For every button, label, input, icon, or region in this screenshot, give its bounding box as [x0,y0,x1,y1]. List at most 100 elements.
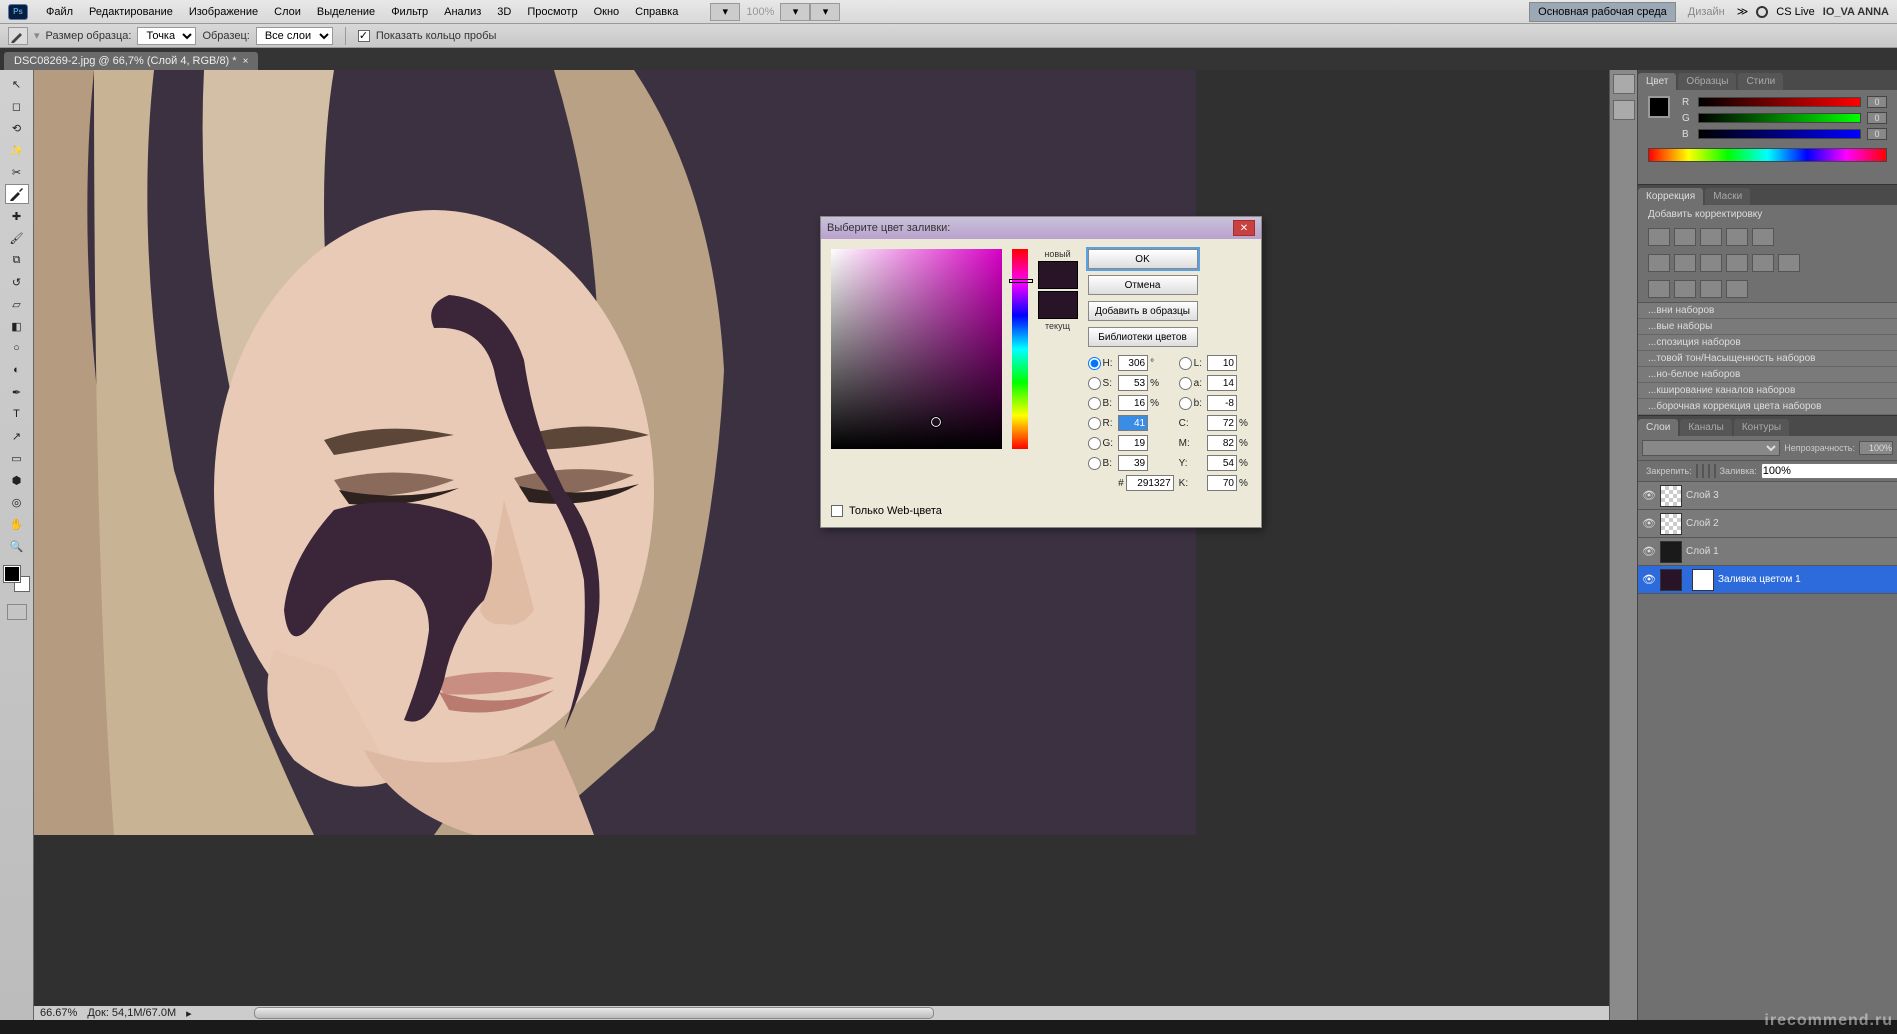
s-input[interactable] [1118,375,1148,391]
hue-marker[interactable] [1009,279,1033,283]
lock-all-icon[interactable] [1714,464,1716,478]
r-input[interactable] [1118,415,1148,431]
a-radio[interactable] [1179,377,1192,390]
l-input[interactable] [1207,355,1237,371]
screen-mode-dropdown[interactable]: ▾ [780,3,810,21]
r-slider[interactable] [1698,97,1861,107]
channelmixer-icon[interactable] [1752,254,1774,272]
exposure-icon[interactable] [1726,228,1748,246]
close-icon[interactable]: × [243,56,249,67]
color-field-marker[interactable] [931,417,941,427]
menu-file[interactable]: Файл [38,3,81,21]
list-item[interactable]: ...но-белое наборов [1638,367,1897,383]
list-item[interactable]: ...вые наборы [1638,319,1897,335]
color-libraries-button[interactable]: Библиотеки цветов [1088,327,1198,347]
visibility-icon[interactable]: 👁 [1642,489,1656,503]
b-value[interactable]: 0 [1867,128,1887,140]
more-icon[interactable]: ≫ [1737,5,1749,18]
actions-dock-icon[interactable] [1613,100,1635,120]
crop-tool[interactable]: ✂ [5,162,29,182]
layer-row[interactable]: 👁 Слой 3 [1638,482,1897,510]
layer-name[interactable]: Слой 1 [1686,546,1719,557]
c-input[interactable] [1207,415,1237,431]
shape-tool[interactable]: ▭ [5,448,29,468]
rgb-b-input[interactable] [1118,455,1148,471]
spectrum-bar[interactable] [1648,148,1887,162]
g-value[interactable]: 0 [1867,112,1887,124]
eyedropper-preview-icon[interactable] [8,27,28,45]
selectivecolor-icon[interactable] [1726,280,1748,298]
cslive-label[interactable]: CS Live [1776,6,1815,18]
arrange-dropdown[interactable]: ▾ [810,3,840,21]
path-select-tool[interactable]: ↗ [5,426,29,446]
colorbalance-icon[interactable] [1674,254,1696,272]
history-dock-icon[interactable] [1613,74,1635,94]
menu-layers[interactable]: Слои [266,3,309,21]
status-chevron-icon[interactable]: ▸ [186,1007,192,1020]
workspace-button[interactable]: Основная рабочая среда [1529,2,1676,22]
menu-analysis[interactable]: Анализ [436,3,489,21]
layer-row[interactable]: 👁 Слой 1 [1638,538,1897,566]
g-radio[interactable] [1088,437,1101,450]
menu-edit[interactable]: Редактирование [81,3,181,21]
list-item[interactable]: ...кширование каналов наборов [1638,383,1897,399]
visibility-icon[interactable]: 👁 [1642,573,1656,587]
k-input[interactable] [1207,475,1237,491]
zoom-tool[interactable]: 🔍 [5,536,29,556]
r-value[interactable]: 0 [1867,96,1887,108]
tab-swatches[interactable]: Образцы [1678,73,1736,90]
sample-size-select[interactable]: Точка [137,27,196,45]
g-input[interactable] [1118,435,1148,451]
quickmask-toggle[interactable] [7,604,27,620]
menu-help[interactable]: Справка [627,3,686,21]
dialog-titlebar[interactable]: Выберите цвет заливки: ✕ [821,217,1261,239]
layer-thumbnail[interactable] [1660,569,1682,591]
lab-b-radio[interactable] [1179,397,1192,410]
web-only-checkbox[interactable] [831,505,843,517]
threshold-icon[interactable] [1674,280,1696,298]
b-radio[interactable] [1088,397,1101,410]
wand-tool[interactable]: ✨ [5,140,29,160]
canvas-area[interactable]: 66.67% Док: 54,1M/67.0M ▸ [34,70,1609,1020]
menu-window[interactable]: Окно [586,3,628,21]
levels-icon[interactable] [1674,228,1696,246]
design-workspace-label[interactable]: Дизайн [1684,3,1729,21]
g-slider[interactable] [1698,113,1861,123]
color-swatches[interactable] [4,566,30,592]
opacity-input[interactable] [1859,441,1893,455]
brush-tool[interactable]: 🖌 [5,228,29,248]
tab-masks[interactable]: Маски [1705,188,1750,205]
h-input[interactable] [1118,355,1148,371]
gamut-warning-icon[interactable] [1052,341,1064,353]
menu-3d[interactable]: 3D [489,3,519,21]
lab-b-input[interactable] [1207,395,1237,411]
add-swatch-button[interactable]: Добавить в образцы [1088,301,1198,321]
tab-channels[interactable]: Каналы [1680,419,1732,436]
dodge-tool[interactable]: ◐ [5,360,29,380]
layer-name[interactable]: Заливка цветом 1 [1718,574,1801,585]
mru-dropdown[interactable]: ▾ [710,3,740,21]
layer-mask-thumbnail[interactable] [1692,569,1714,591]
tab-adjustments[interactable]: Коррекция [1638,188,1703,205]
gradientmap-icon[interactable] [1700,280,1722,298]
gradient-tool[interactable]: ◧ [5,316,29,336]
brightness-icon[interactable] [1648,228,1670,246]
color-field[interactable] [831,249,1002,449]
show-ring-checkbox[interactable] [358,30,370,42]
tab-paths[interactable]: Контуры [1734,419,1789,436]
foreground-swatch[interactable] [1648,96,1670,118]
h-radio[interactable] [1088,357,1101,370]
posterize-icon[interactable] [1648,280,1670,298]
y-input[interactable] [1207,455,1237,471]
type-tool[interactable]: T [5,404,29,424]
m-input[interactable] [1207,435,1237,451]
layer-name[interactable]: Слой 3 [1686,490,1719,501]
heal-tool[interactable]: ✚ [5,206,29,226]
tab-color[interactable]: Цвет [1638,73,1676,90]
sample-select[interactable]: Все слои [256,27,333,45]
list-item[interactable]: ...спозиция наборов [1638,335,1897,351]
hue-icon[interactable] [1648,254,1670,272]
stamp-tool[interactable]: ⧉ [5,250,29,270]
visibility-icon[interactable]: 👁 [1642,517,1656,531]
r-radio[interactable] [1088,417,1101,430]
